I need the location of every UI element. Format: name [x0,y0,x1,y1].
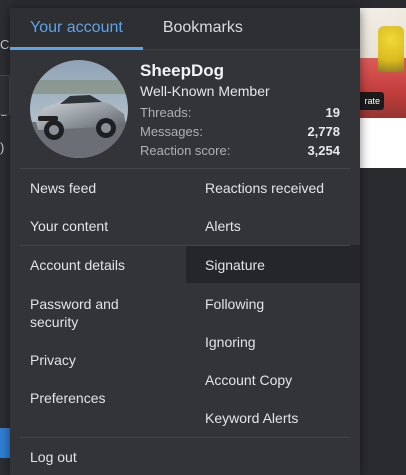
background-blue-button-edge [0,428,10,458]
account-menu-tabs: Your account Bookmarks [10,8,360,50]
link-keyword-alerts[interactable]: Keyword Alerts [205,409,298,427]
divider [20,245,350,246]
background-white-panel [360,118,406,168]
background-text-fragment: C [0,37,10,52]
tab-bookmarks[interactable]: Bookmarks [143,7,263,49]
stat-value: 3,254 [307,143,340,158]
stat-value: 19 [325,105,340,120]
background-thumbnail-figure [378,26,404,72]
link-ignoring[interactable]: Ignoring [205,333,256,351]
stat-value: 2,778 [307,124,340,139]
link-password-security[interactable]: Password and security [30,295,160,331]
link-reactions-received[interactable]: Reactions received [205,179,324,197]
stat-label: Reaction score: [140,143,231,158]
stat-reaction-score: Reaction score: 3,254 [140,143,340,158]
background-input-edge [0,75,10,115]
stat-label: Threads: [140,105,192,120]
link-signature[interactable]: Signature [205,256,265,274]
background-page-right [360,168,406,475]
car-avatar-icon[interactable] [30,60,128,158]
logout-link[interactable]: Log out [30,448,77,466]
tab-your-account[interactable]: Your account [10,7,143,50]
stat-messages: Messages: 2,778 [140,124,340,139]
link-following[interactable]: Following [205,295,264,313]
link-preferences[interactable]: Preferences [30,389,105,407]
link-news-feed[interactable]: News feed [30,179,96,197]
stat-label: Messages: [140,124,203,139]
background-text-fragment: ) [0,140,5,155]
link-your-content[interactable]: Your content [30,217,108,235]
link-account-copy[interactable]: Account Copy [205,371,292,389]
divider [20,437,350,438]
profile-summary: SheepDog Well-Known Member Threads: 19 M… [10,50,360,168]
account-menu: Your account Bookmarks SheepDog Well-Kno… [10,8,360,475]
member-title: Well-Known Member [140,83,270,99]
stat-threads: Threads: 19 [140,105,340,120]
link-privacy[interactable]: Privacy [30,351,76,369]
account-links: News feed Your content Account details P… [10,169,360,469]
link-account-details[interactable]: Account details [30,256,125,274]
link-alerts[interactable]: Alerts [205,217,241,235]
username[interactable]: SheepDog [140,61,224,81]
